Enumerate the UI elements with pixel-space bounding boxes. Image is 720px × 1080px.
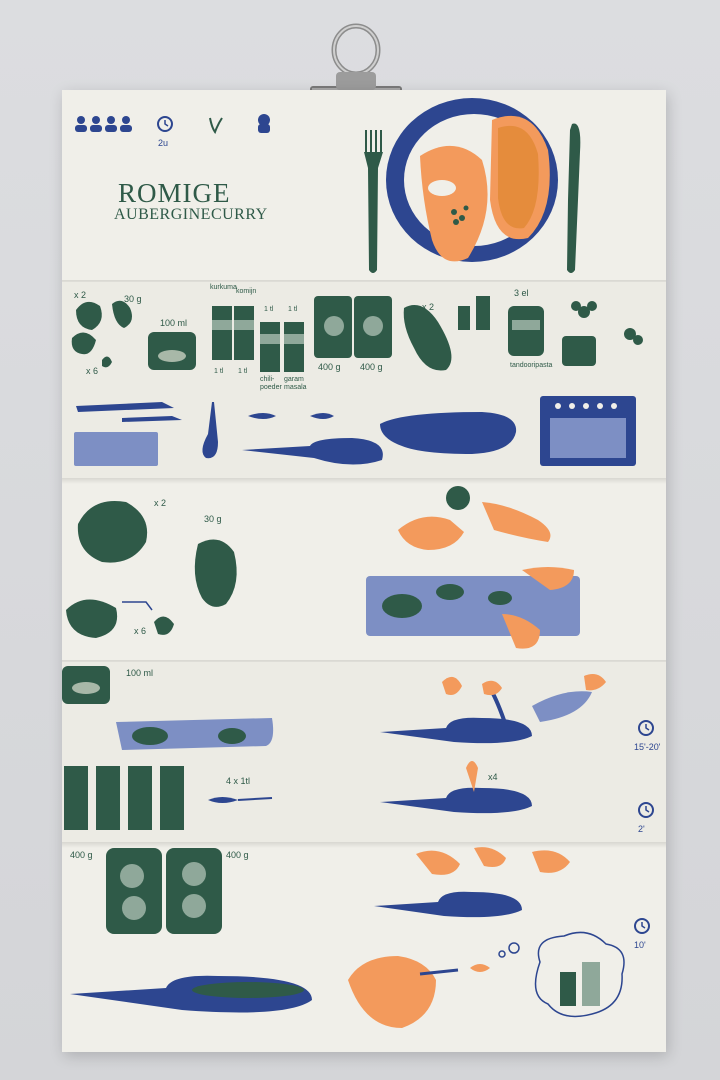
knife-drawing — [567, 123, 581, 273]
teaspoon-icon — [208, 797, 238, 803]
step1-ginger-weight: 30 g — [204, 514, 222, 524]
onion-icon — [76, 301, 102, 330]
step3-can1-weight: 400 g — [70, 850, 93, 860]
pan-stir — [380, 717, 532, 744]
pepper-icon — [476, 296, 490, 330]
step3-art — [70, 847, 650, 1028]
clock-icon — [634, 918, 650, 934]
cuisine-icon — [258, 114, 270, 133]
spatula-icon — [202, 402, 218, 459]
salt-shaker — [560, 972, 576, 1006]
baking-dish-icon — [380, 412, 517, 454]
step1-art — [66, 486, 580, 649]
onion-in-hand — [446, 486, 470, 510]
panel-title: 2u ROMIGE AUBERGINECURRY — [62, 90, 666, 280]
teaspoon-icon — [310, 413, 334, 419]
eggplant-icon — [403, 305, 452, 371]
pan-tomatoes — [374, 891, 522, 918]
board-pouring — [532, 691, 592, 722]
paste-label: tandooripasta — [510, 362, 553, 369]
servings-icon — [75, 116, 132, 132]
ginger-large — [194, 539, 237, 607]
clock-icon — [638, 720, 654, 736]
fork-drawing — [364, 130, 383, 273]
recipe-leaflet: 2u ROMIGE AUBERGINECURRY x 2 30 g x 6 10… — [62, 90, 666, 1052]
pan-spices — [380, 787, 532, 814]
panel-step-3: 400 g 400 g 10' — [62, 844, 666, 1052]
step2-art — [62, 666, 654, 830]
step2-time: 15'-20' — [634, 742, 661, 752]
paste-amount: 3 el — [514, 288, 529, 298]
hand-tasting — [348, 956, 436, 1028]
yoghurt-cup — [562, 336, 596, 366]
spice-label-garam-2: masala — [284, 384, 307, 391]
spice-amount-2: 1 tl — [288, 306, 298, 313]
step3-can2-weight: 400 g — [226, 850, 249, 860]
recipe-subtitle: AUBERGINECURRY — [114, 206, 268, 223]
tandoori-paste-jar — [508, 306, 544, 356]
hand-right — [482, 502, 551, 542]
coconut-milk-amount: 100 ml — [160, 318, 188, 328]
ginger-weight: 30 g — [124, 294, 142, 304]
spice-amount-4: 1 tl — [238, 368, 248, 375]
onion-count: x 2 — [74, 290, 87, 300]
tomato-can-2-weight: 400 g — [360, 362, 383, 372]
paring-knife-icon — [122, 416, 182, 422]
pepper-mill — [582, 962, 600, 1006]
vegetarian-icon — [209, 117, 223, 135]
step1-onion-count: x 2 — [154, 498, 167, 508]
onion-large — [77, 500, 148, 563]
spice-label-chili-1: chili- — [260, 376, 275, 383]
frying-pan-icon — [242, 438, 383, 465]
spice-label-kurkuma: kurkuma — [210, 284, 237, 291]
garlic-count: x 6 — [86, 366, 99, 376]
tomato-can-1-weight: 400 g — [318, 362, 341, 372]
spice-label-garam-1: garam — [284, 376, 304, 383]
tomato-can-large-2 — [166, 848, 222, 934]
tomato-can-large-1 — [106, 848, 162, 934]
chef-knife-icon — [76, 402, 174, 412]
ginger-icon — [112, 300, 132, 328]
step1-garlic-count: x 6 — [134, 626, 147, 636]
step2-milk-amount: 100 ml — [126, 668, 154, 678]
garlic-clove — [154, 616, 174, 635]
panel-step-1: x 2 30 g x 6 — [62, 480, 666, 660]
panel-step-2: 100 ml 15'-20' 4 x 1tl x4 2' — [62, 662, 666, 842]
cutting-board-icon — [74, 432, 158, 466]
spice-amount-3: 1 tl — [214, 368, 224, 375]
spice-label-chili-2: poeder — [260, 384, 282, 391]
garlic-icon — [71, 332, 96, 355]
prep-time: 2u — [158, 138, 169, 148]
spice-label-komijn: komijn — [236, 288, 257, 295]
clock-icon — [638, 802, 654, 818]
step2-time-2: 2' — [638, 824, 645, 834]
recipe-title: ROMIGE — [118, 178, 231, 208]
hands-adding-tomatoes — [416, 847, 570, 875]
garlic-large — [66, 599, 118, 638]
step3-time: 10' — [634, 940, 646, 950]
ingredients-art — [71, 296, 643, 466]
step2-spoon-times: x4 — [488, 772, 498, 782]
salt-icon — [458, 306, 470, 330]
hand-left — [398, 516, 464, 550]
spice-amount-1: 1 tl — [264, 306, 274, 313]
clock-icon — [157, 116, 173, 132]
tablespoon-icon — [248, 413, 276, 419]
hand-spoon — [466, 761, 478, 792]
panel-ingredients: x 2 30 g x 6 100 ml kurkuma komijn 1 tl … — [62, 282, 666, 478]
step2-spice-amount: 4 x 1tl — [226, 776, 251, 786]
arrow-icon — [122, 601, 153, 611]
spice-jars-row — [64, 766, 184, 830]
mouth — [470, 964, 490, 972]
eggplant-count: x 2 — [422, 302, 435, 312]
